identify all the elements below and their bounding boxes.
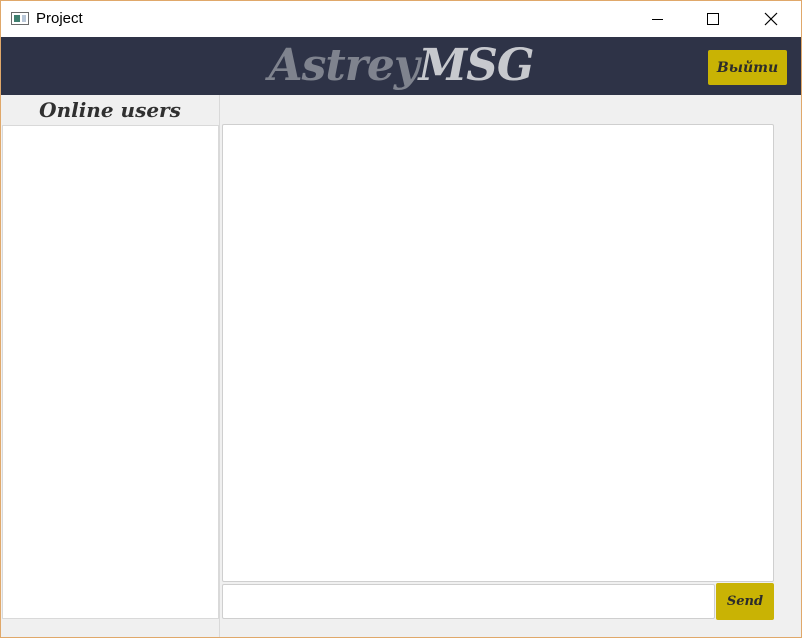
send-button[interactable]: Send xyxy=(716,583,774,620)
panel-divider xyxy=(219,95,220,637)
window-title: Project xyxy=(36,10,83,27)
minimize-icon xyxy=(651,18,663,20)
online-users-title: Online users xyxy=(39,98,181,122)
chat-messages-area[interactable] xyxy=(222,124,774,582)
app-window: Project AstreyMSG Выйти Online users Sen… xyxy=(0,0,802,638)
message-input[interactable] xyxy=(222,584,715,619)
close-icon xyxy=(764,12,778,26)
close-button[interactable] xyxy=(748,1,794,37)
app-window-icon xyxy=(11,12,29,25)
app-header: AstreyMSG Выйти xyxy=(1,37,801,95)
exit-button[interactable]: Выйти xyxy=(708,50,787,85)
maximize-icon xyxy=(707,13,719,25)
app-logo: AstreyMSG xyxy=(1,40,801,92)
online-users-list[interactable] xyxy=(2,125,219,619)
title-bar[interactable]: Project xyxy=(1,1,801,37)
logo-text-part2: MSG xyxy=(418,40,534,91)
logo-text-part1: Astrey xyxy=(268,40,419,91)
minimize-button[interactable] xyxy=(634,1,680,37)
maximize-button[interactable] xyxy=(690,1,736,37)
